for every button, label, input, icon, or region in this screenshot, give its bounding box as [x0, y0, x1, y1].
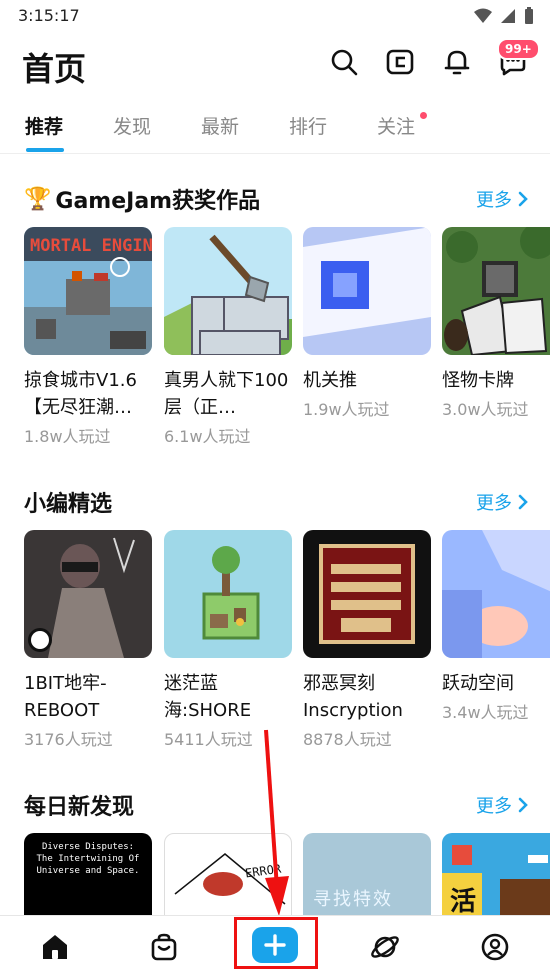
game-name: 机关推 [303, 370, 357, 391]
shopping-bag-icon [151, 933, 177, 961]
game-name: 真男人就下100层（正… [164, 370, 289, 418]
game-name: 跃动空间 [442, 673, 514, 694]
planet-icon [371, 936, 399, 958]
wallet-button[interactable] [384, 46, 416, 78]
game-card[interactable]: Diverse Disputes: The Intertwining Of Un… [24, 833, 152, 917]
wifi-icon [474, 8, 492, 23]
nav-profile[interactable] [478, 930, 512, 964]
thumbnail-text: 活 [450, 887, 477, 917]
game-card[interactable]: 寻找特效 [303, 833, 431, 917]
play-count: 3.4w人玩过 [442, 703, 529, 722]
game-thumbnail: 寻找特效 [303, 833, 431, 917]
tab-following[interactable]: 关注 [377, 112, 415, 139]
game-card[interactable]: 真男人就下100层（正… 6.1w人玩过 [164, 227, 292, 447]
game-name: 迷茫蓝海:SHORE [164, 673, 252, 721]
home-icon [43, 935, 67, 959]
profile-icon [481, 933, 509, 961]
section-title-editor-picks: 小编精选 [24, 492, 113, 517]
game-card[interactable]: 1BIT地牢-REBOOT 3176人玩过 [24, 530, 152, 750]
signal-icon [501, 9, 515, 23]
section-title-gamejam: 🏆 GameJam获奖作品 [24, 186, 261, 215]
game-card[interactable]: 迷茫蓝海:SHORE 5411人玩过 [164, 530, 292, 750]
game-card[interactable]: 活 [442, 833, 550, 917]
more-link-editor-picks[interactable]: 更多 [476, 489, 528, 515]
more-link-gamejam[interactable]: 更多 [476, 186, 528, 212]
play-count: 1.9w人玩过 [303, 400, 390, 419]
game-thumbnail: 活 [442, 833, 550, 917]
more-link-daily-discovery[interactable]: 更多 [476, 792, 528, 818]
status-time: 3:15:17 [18, 6, 80, 25]
status-bar: 3:15:17 [0, 0, 550, 32]
thumbnail-text: Diverse Disputes: The Intertwining Of Un… [36, 842, 140, 876]
game-name: 1BIT地牢-REBOOT [24, 673, 107, 721]
active-tab-indicator [26, 148, 64, 152]
bell-icon [444, 50, 470, 75]
notification-button[interactable] [441, 46, 473, 78]
play-count: 1.8w人玩过 [24, 427, 111, 446]
following-dot [420, 112, 427, 119]
game-thumbnail [164, 227, 292, 355]
thumbnail-text: 寻找特效 [313, 889, 393, 910]
game-thumbnail: Diverse Disputes: The Intertwining Of Un… [24, 833, 152, 917]
play-count: 3176人玩过 [24, 730, 113, 749]
page-header: 首页 [0, 32, 550, 100]
search-icon [331, 49, 358, 76]
trophy-icon: 🏆 [24, 186, 52, 212]
message-badge: 99+ [497, 38, 540, 60]
game-thumbnail [303, 227, 431, 355]
tab-bar: 推荐 发现 最新 排行 关注 [0, 104, 550, 154]
game-name: 邪恶冥刻Inscryption [303, 673, 403, 721]
game-name: 怪物卡牌 [442, 370, 514, 391]
nav-home[interactable] [38, 930, 72, 964]
battery-icon [525, 7, 533, 24]
tab-ranking[interactable]: 排行 [289, 112, 327, 139]
tab-recommend[interactable]: 推荐 [25, 112, 63, 139]
tab-latest[interactable]: 最新 [201, 112, 239, 139]
svg-text:MORTAL ENGINES: MORTAL ENGINES [30, 236, 152, 256]
game-card[interactable]: 机关推 1.9w人玩过 [303, 227, 431, 420]
play-count: 8878人玩过 [303, 730, 392, 749]
game-thumbnail [442, 227, 550, 355]
game-thumbnail [442, 530, 550, 658]
chevron-right-icon [518, 191, 528, 207]
chevron-right-icon [518, 494, 528, 510]
annotation-arrow [264, 729, 289, 916]
section-title-daily-discovery: 每日新发现 [24, 795, 135, 820]
play-count: 3.0w人玩过 [442, 400, 529, 419]
system-icons [474, 7, 534, 25]
game-thumbnail [164, 530, 292, 658]
game-card[interactable]: 怪物卡牌 3.0w人玩过 [442, 227, 550, 420]
play-count: 6.1w人玩过 [164, 427, 251, 446]
game-card[interactable]: 跃动空间 3.4w人玩过 [442, 530, 550, 723]
wallet-icon [386, 49, 414, 75]
search-button[interactable] [328, 46, 360, 78]
chevron-right-icon [518, 797, 528, 813]
game-thumbnail [24, 530, 152, 658]
game-thumbnail [303, 530, 431, 658]
tab-discover[interactable]: 发现 [113, 112, 151, 139]
game-card[interactable]: 邪恶冥刻Inscryption 8878人玩过 [303, 530, 431, 750]
annotation-highlight-box [234, 917, 318, 969]
game-card[interactable]: MORTAL ENGINES 掠食城市V1.6【无尽狂潮… 1.8w人玩过 [24, 227, 152, 447]
game-name: 掠食城市V1.6【无尽狂潮… [24, 370, 137, 418]
game-thumbnail: MORTAL ENGINES [24, 227, 152, 355]
nav-store[interactable] [147, 930, 181, 964]
page-title: 首页 [22, 50, 87, 88]
nav-explore[interactable] [368, 930, 402, 964]
